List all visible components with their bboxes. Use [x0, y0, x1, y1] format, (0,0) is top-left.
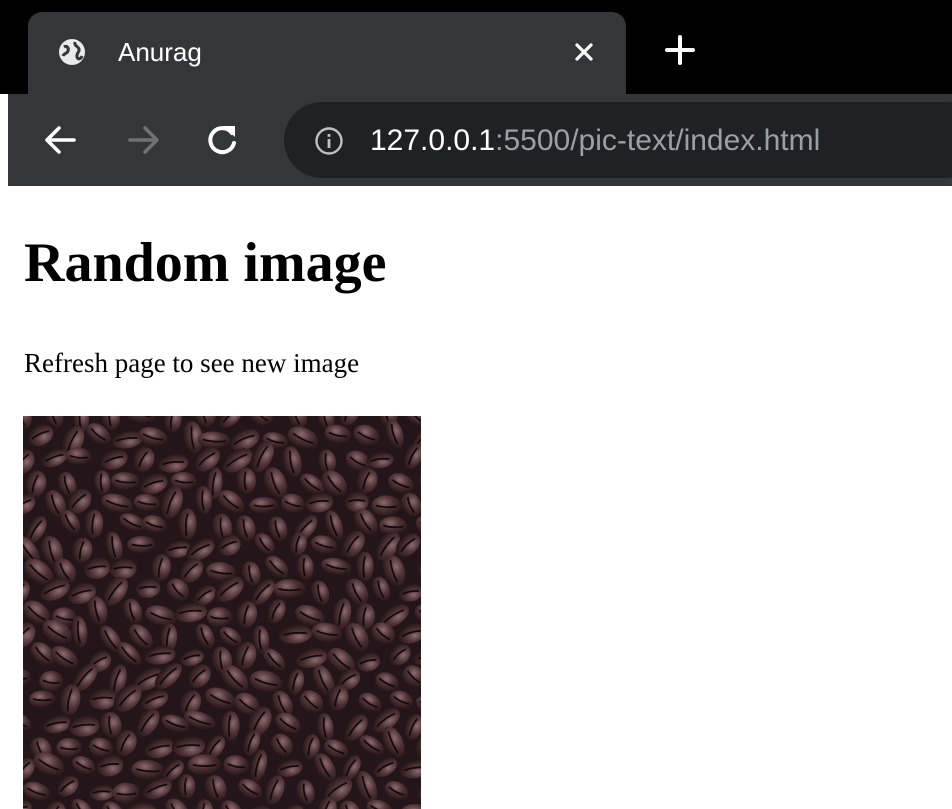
globe-icon — [59, 39, 85, 65]
close-icon[interactable] — [569, 37, 599, 67]
page-heading: Random image — [24, 232, 387, 294]
browser-toolbar: 127.0.0.1:5500/pic-text/index.html — [8, 94, 952, 186]
url-host: 127.0.0.1 — [370, 124, 496, 157]
info-icon[interactable] — [314, 126, 344, 156]
arrow-left-icon[interactable] — [42, 122, 78, 158]
tab-strip: Anurag — [0, 0, 952, 94]
browser-tab[interactable]: Anurag — [28, 12, 626, 94]
plus-icon[interactable] — [664, 34, 696, 66]
coffee-beans-photo — [23, 416, 421, 809]
url-path: :5500/pic-text/index.html — [495, 124, 821, 157]
address-bar[interactable]: 127.0.0.1:5500/pic-text/index.html — [284, 102, 952, 178]
arrow-right-icon[interactable] — [126, 122, 162, 158]
tab-title: Anurag — [118, 37, 202, 67]
url-text[interactable]: 127.0.0.1:5500/pic-text/index.html — [370, 124, 820, 158]
page-instruction-text: Refresh page to see new image — [24, 348, 360, 378]
reload-icon[interactable] — [204, 122, 240, 158]
